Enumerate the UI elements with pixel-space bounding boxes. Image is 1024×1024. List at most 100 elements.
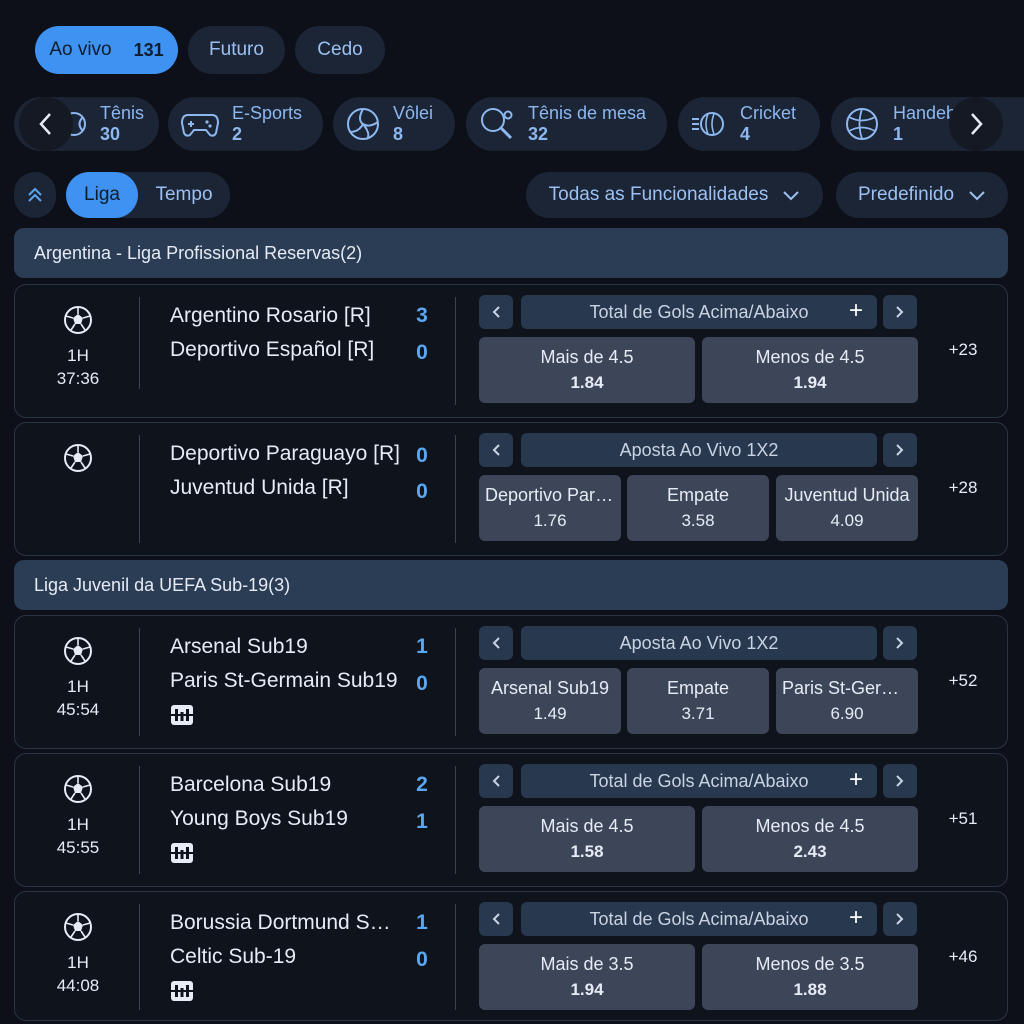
market-next-button[interactable] [883, 902, 917, 936]
sport-name: E-Sports [232, 103, 303, 123]
odd-button[interactable]: Empate 3.58 [627, 475, 769, 541]
market-prev-button[interactable] [479, 295, 513, 329]
match-clock: 37:36 [56, 369, 100, 388]
home-score: 3 [416, 304, 428, 327]
away-score: 0 [416, 341, 428, 364]
league-header[interactable]: Liga Juvenil da UEFA Sub-19(3) [14, 560, 1008, 610]
sport-count: 32 [528, 124, 549, 144]
sort-dropdown[interactable]: Predefinido [836, 172, 1008, 218]
sport-esports[interactable]: E-Sports 2 [168, 97, 323, 151]
sport-count: 1 [893, 124, 904, 144]
home-score: 0 [416, 444, 428, 467]
match-period: 1H [67, 953, 89, 972]
tab-time[interactable]: Tempo [138, 172, 230, 218]
features-dropdown[interactable]: Todas as Funcionalidades [526, 172, 823, 218]
sort-dropdown-label: Predefinido [857, 184, 955, 205]
home-score: 1 [416, 911, 428, 934]
market-prev-button[interactable] [479, 626, 513, 660]
odd-button[interactable]: Empate 3.71 [627, 668, 769, 734]
market-title[interactable]: Aposta Ao Vivo 1X2 [521, 626, 877, 660]
odd-button[interactable]: Mais de 4.5 1.58 [479, 806, 695, 872]
chevron-down-icon [783, 191, 800, 201]
odd-button[interactable]: Deportivo Paraguayo 1.76 [479, 475, 621, 541]
tab-early[interactable]: Cedo [295, 26, 385, 74]
market-next-button[interactable] [883, 433, 917, 467]
chevron-right-icon [896, 913, 904, 925]
match-period: 1H [67, 815, 89, 834]
odd-button[interactable]: Mais de 3.5 1.94 [479, 944, 695, 1010]
odd-button[interactable]: Menos de 4.5 1.94 [702, 337, 918, 403]
tab-live[interactable]: Ao vivo 131 [35, 26, 178, 74]
odd-label: Deportivo Paraguayo [485, 485, 615, 505]
match-card[interactable]: 1H 45:54 Arsenal Sub19 Paris St-Germain … [14, 615, 1008, 749]
market-next-button[interactable] [883, 295, 917, 329]
sports-prev-button[interactable] [19, 97, 73, 151]
more-markets-count[interactable]: +23 [937, 340, 989, 360]
tab-future-label: Futuro [209, 39, 264, 60]
chevron-down-icon [969, 191, 985, 201]
match-card[interactable]: 1H 37:36 Argentino Rosario [R] Deportivo… [14, 284, 1008, 418]
tab-live-count: 131 [133, 39, 164, 60]
plus-icon: + [848, 297, 863, 324]
match-card[interactable]: 1H 44:08 Borussia Dortmund Sub-19 Celtic… [14, 891, 1008, 1021]
collapse-all-button[interactable] [14, 172, 56, 218]
tab-league[interactable]: Liga [66, 172, 138, 218]
stats-icon[interactable] [170, 704, 194, 726]
sport-name: Tênis [100, 103, 145, 123]
market-title[interactable]: Total de Gols Acima/Abaixo + [521, 764, 877, 798]
market-title[interactable]: Total de Gols Acima/Abaixo + [521, 902, 877, 936]
sport-count: 4 [740, 124, 751, 144]
odd-button[interactable]: Menos de 4.5 2.43 [702, 806, 918, 872]
odd-label: Menos de 4.5 [755, 816, 865, 836]
more-markets-count[interactable]: +28 [937, 478, 989, 498]
sports-next-button[interactable] [949, 97, 1003, 151]
away-team: Young Boys Sub19 [170, 807, 348, 830]
market-next-button[interactable] [883, 626, 917, 660]
soccer-ball-icon [64, 775, 92, 803]
soccer-ball-icon [64, 444, 92, 472]
chevron-left-icon [39, 113, 51, 135]
odd-button[interactable]: Paris St-Germain Sub19 6.90 [776, 668, 918, 734]
market-title-label: Aposta Ao Vivo 1X2 [619, 439, 779, 460]
stats-icon[interactable] [170, 980, 194, 1002]
tab-future[interactable]: Futuro [188, 26, 285, 74]
odd-value: 3.58 [681, 511, 715, 530]
sport-name: Handeb [893, 103, 957, 123]
odd-value: 6.90 [830, 704, 864, 723]
more-markets-count[interactable]: +46 [937, 947, 989, 967]
odd-button[interactable]: Menos de 3.5 1.88 [702, 944, 918, 1010]
odd-button[interactable]: Arsenal Sub19 1.49 [479, 668, 621, 734]
match-clock: 45:54 [56, 700, 100, 719]
market-prev-button[interactable] [479, 433, 513, 467]
more-markets-count[interactable]: +51 [937, 809, 989, 829]
market-prev-button[interactable] [479, 902, 513, 936]
stats-icon[interactable] [170, 842, 194, 864]
home-team: Barcelona Sub19 [170, 773, 332, 796]
match-clock: 45:55 [56, 838, 100, 857]
market-prev-button[interactable] [479, 764, 513, 798]
league-header[interactable]: Argentina - Liga Profissional Reservas(2… [14, 228, 1008, 278]
odd-button[interactable]: Juventud Unida 4.09 [776, 475, 918, 541]
sport-name: Vôlei [393, 103, 434, 123]
away-team: Celtic Sub-19 [170, 945, 297, 968]
odd-button[interactable]: Mais de 4.5 1.84 [479, 337, 695, 403]
sport-count: 2 [232, 124, 243, 144]
market-title[interactable]: Aposta Ao Vivo 1X2 [521, 433, 877, 467]
market-title[interactable]: Total de Gols Acima/Abaixo + [521, 295, 877, 329]
match-card[interactable]: 1H 45:55 Barcelona Sub19 Young Boys Sub1… [14, 753, 1008, 887]
odd-label: Paris St-Germain Sub19 [782, 678, 912, 698]
odd-label: Mais de 3.5 [540, 954, 634, 974]
market-next-button[interactable] [883, 764, 917, 798]
sport-cricket[interactable]: Cricket 4 [678, 97, 820, 151]
odd-value: 3.71 [681, 704, 715, 723]
double-chevron-up-icon [28, 187, 42, 202]
chevron-right-icon [896, 444, 904, 456]
match-card[interactable]: Deportivo Paraguayo [R] Juventud Unida [… [14, 422, 1008, 556]
more-markets-count[interactable]: +52 [937, 671, 989, 691]
sport-volleyball[interactable]: Vôlei 8 [333, 97, 455, 151]
view-toggle: Liga Tempo [66, 172, 230, 218]
sport-table-tennis[interactable]: Tênis de mesa 32 [466, 97, 667, 151]
plus-icon: + [848, 766, 863, 793]
odd-label: Empate [666, 678, 730, 698]
sport-name: Tênis de mesa [528, 103, 647, 123]
